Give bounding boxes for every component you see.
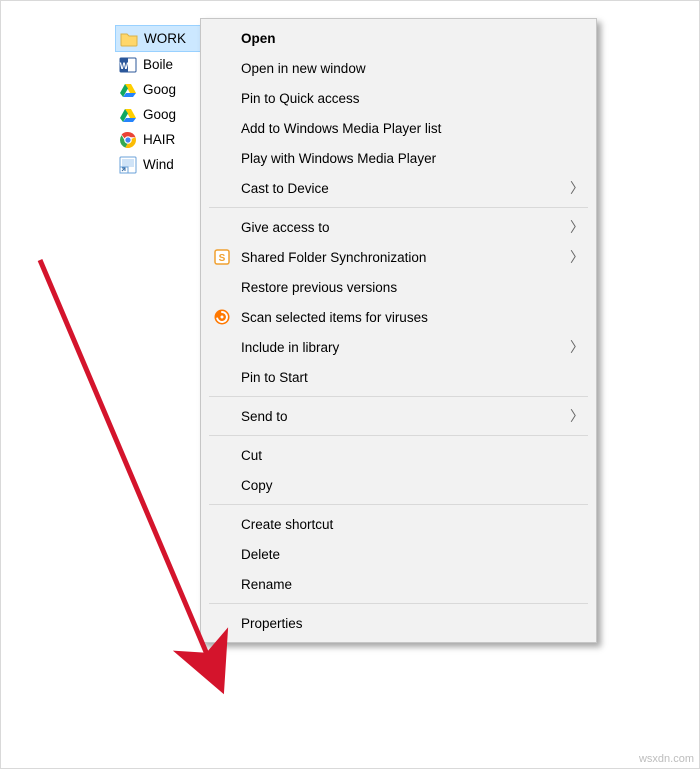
menu-send-to[interactable]: Send to 〉 — [201, 401, 596, 431]
menu-separator — [209, 207, 588, 208]
menu-rename[interactable]: Rename — [201, 569, 596, 599]
menu-properties[interactable]: Properties — [201, 608, 596, 638]
menu-shared-folder-sync[interactable]: S Shared Folder Synchronization 〉 — [201, 242, 596, 272]
sync-icon: S — [209, 248, 235, 266]
menu-separator — [209, 435, 588, 436]
menu-cast-device[interactable]: Cast to Device 〉 — [201, 173, 596, 203]
menu-scan-viruses[interactable]: Scan selected items for viruses — [201, 302, 596, 332]
file-label: Goog — [143, 107, 184, 122]
menu-separator — [209, 504, 588, 505]
svg-text:W: W — [120, 61, 129, 71]
word-icon: W — [119, 56, 137, 74]
menu-pin-quick-access[interactable]: Pin to Quick access — [201, 83, 596, 113]
watermark: wsxdn.com — [639, 753, 694, 765]
file-label: WORK — [144, 31, 194, 46]
menu-delete[interactable]: Delete — [201, 539, 596, 569]
menu-separator — [209, 603, 588, 604]
file-label: Wind — [143, 157, 182, 172]
svg-text:S: S — [219, 253, 226, 264]
menu-cut[interactable]: Cut — [201, 440, 596, 470]
menu-add-wmp-list[interactable]: Add to Windows Media Player list — [201, 113, 596, 143]
file-label: Goog — [143, 82, 184, 97]
menu-play-wmp[interactable]: Play with Windows Media Player — [201, 143, 596, 173]
gdrive-icon — [119, 81, 137, 99]
folder-icon — [120, 30, 138, 48]
menu-give-access[interactable]: Give access to 〉 — [201, 212, 596, 242]
chevron-right-icon: 〉 — [570, 247, 582, 267]
chevron-right-icon: 〉 — [570, 406, 582, 426]
avast-icon — [209, 308, 235, 326]
chevron-right-icon: 〉 — [570, 337, 582, 357]
file-label: HAIR — [143, 132, 183, 147]
chrome-icon — [119, 131, 137, 149]
menu-pin-start[interactable]: Pin to Start — [201, 362, 596, 392]
menu-open[interactable]: Open — [201, 23, 596, 53]
gdrive-icon — [119, 106, 137, 124]
context-menu: Open Open in new window Pin to Quick acc… — [200, 18, 597, 643]
menu-separator — [209, 396, 588, 397]
chevron-right-icon: 〉 — [570, 217, 582, 237]
chevron-right-icon: 〉 — [570, 178, 582, 198]
menu-include-library[interactable]: Include in library 〉 — [201, 332, 596, 362]
menu-open-new-window[interactable]: Open in new window — [201, 53, 596, 83]
shortcut-icon — [119, 156, 137, 174]
file-label: Boile — [143, 57, 181, 72]
menu-create-shortcut[interactable]: Create shortcut — [201, 509, 596, 539]
menu-restore-versions[interactable]: Restore previous versions — [201, 272, 596, 302]
menu-copy[interactable]: Copy — [201, 470, 596, 500]
